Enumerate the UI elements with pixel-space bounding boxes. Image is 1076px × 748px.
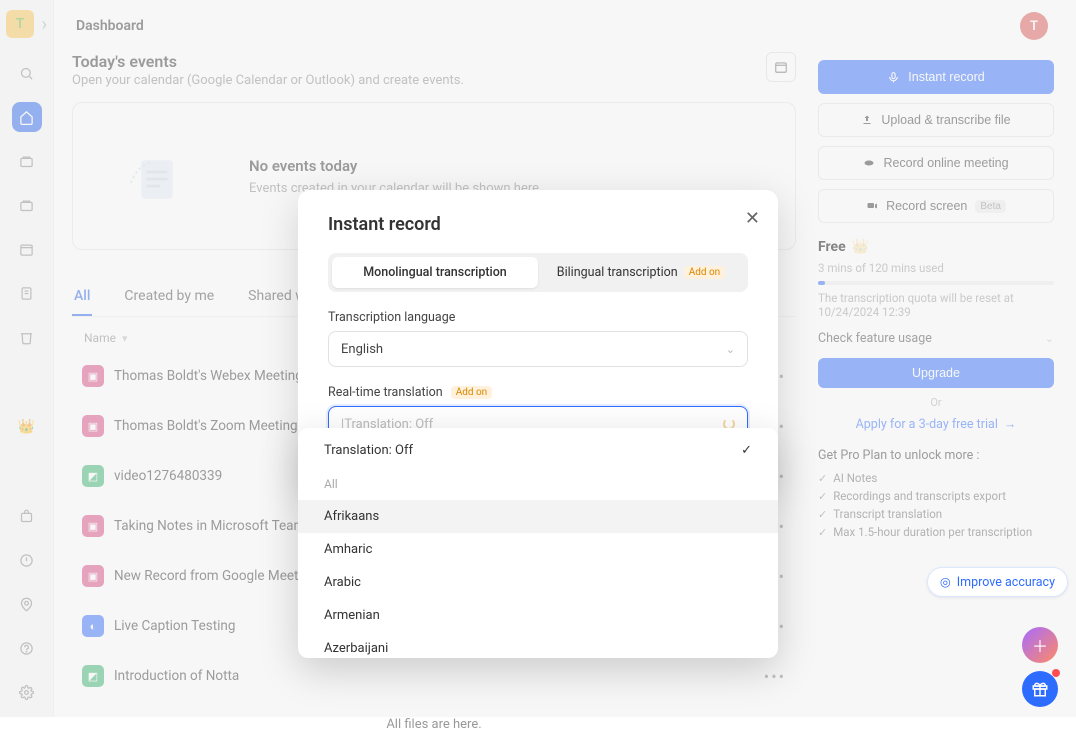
language-select[interactable]: English ⌄ (328, 331, 748, 367)
gift-fab[interactable] (1022, 671, 1058, 707)
improve-accuracy-button[interactable]: ◎ Improve accuracy (927, 567, 1068, 597)
addon-badge: Add on (451, 386, 493, 399)
chevron-down-icon: ⌄ (726, 343, 735, 356)
lang-label: Transcription language (328, 310, 748, 325)
addon-badge: Add on (684, 266, 726, 279)
add-fab[interactable]: ＋ (1022, 627, 1058, 663)
modal-title: Instant record (328, 214, 748, 235)
dropdown-option[interactable]: Armenian (298, 599, 778, 632)
dropdown-option[interactable]: Arabic (298, 566, 778, 599)
tab-monolingual[interactable]: Monolingual transcription (332, 257, 538, 288)
transcription-mode-toggle: Monolingual transcription Bilingual tran… (328, 253, 748, 292)
translation-dropdown: Translation: Off ✓ All Afrikaans Amharic… (298, 428, 778, 658)
dropdown-option[interactable]: Amharic (298, 533, 778, 566)
rt-label: Real-time translation Add on (328, 385, 748, 400)
target-icon: ◎ (940, 574, 951, 590)
dropdown-option-off[interactable]: Translation: Off ✓ (298, 434, 778, 467)
dropdown-option[interactable]: Afrikaans (298, 500, 778, 533)
check-icon: ✓ (741, 443, 752, 458)
close-icon[interactable]: ✕ (745, 208, 760, 229)
dropdown-group-all: All (298, 467, 778, 500)
tab-bilingual[interactable]: Bilingual transcription Add on (538, 257, 744, 288)
dropdown-option[interactable]: Azerbaijani (298, 632, 778, 658)
